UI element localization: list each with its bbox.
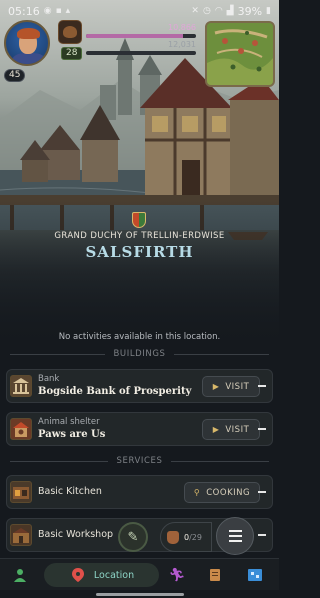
minimap[interactable] xyxy=(205,21,275,87)
secondary-progress-bar xyxy=(86,51,196,55)
hamburger-icon xyxy=(228,530,242,532)
map-icon xyxy=(248,569,262,581)
companion-icon xyxy=(63,26,77,38)
collapse-icon[interactable] xyxy=(258,385,266,387)
building-name: Bogside Bank of Prosperity xyxy=(38,386,192,397)
building-card-bank[interactable]: Bank Bogside Bank of Prosperity ▶ VISIT xyxy=(6,369,273,403)
wifi-icon: ◠ xyxy=(214,6,223,16)
resource-bars: 10,866 12,031 xyxy=(86,23,196,55)
service-card-kitchen[interactable]: Basic Kitchen ⚲ COOKING xyxy=(6,475,273,509)
location-icon xyxy=(71,568,84,582)
services-section-header: SERVICES xyxy=(10,455,269,467)
collapse-icon[interactable] xyxy=(258,428,266,430)
play-icon: ▶ xyxy=(212,425,220,434)
building-type: Animal shelter xyxy=(38,417,100,427)
bottom-navigation: Location 🏃︎ xyxy=(0,558,279,590)
service-name: Basic Kitchen xyxy=(38,486,102,497)
collapse-icon[interactable] xyxy=(258,534,266,536)
region-name: GRAND DUCHY OF TRELLIN-ERDWISE xyxy=(54,231,225,241)
nav-location[interactable]: Location xyxy=(48,559,158,591)
player-level-badge: 45 xyxy=(4,69,26,82)
animal-shelter-icon xyxy=(10,418,32,440)
kitchen-icon xyxy=(10,481,32,503)
bank-icon xyxy=(10,375,32,397)
visit-bank-button[interactable]: ▶ VISIT xyxy=(202,376,260,397)
character-icon xyxy=(14,569,26,582)
inventory-counter[interactable]: 0/29 xyxy=(160,522,212,552)
building-card-animal-shelter[interactable]: Animal shelter Paws are Us ▶ VISIT xyxy=(6,412,273,446)
signal-icon: ▟ xyxy=(226,6,234,16)
primary-stat-value: 10,866 xyxy=(168,23,196,32)
play-icon: ▶ xyxy=(212,382,220,391)
empty-activities-message: No activities available in this location… xyxy=(58,332,221,342)
region-crest-icon xyxy=(132,212,146,228)
cooking-button[interactable]: ⚲ COOKING xyxy=(184,482,260,503)
activity-icon: 🏃︎ xyxy=(168,567,186,583)
secondary-stat-value: 12,031 xyxy=(168,40,196,49)
nav-map[interactable] xyxy=(240,559,270,591)
workshop-icon xyxy=(10,524,32,546)
building-type: Bank xyxy=(38,374,60,384)
nav-activity[interactable]: 🏃︎ xyxy=(162,559,192,591)
ghost-icon: ▴ xyxy=(65,6,71,16)
building-name: Paws are Us xyxy=(38,429,106,440)
collapse-icon[interactable] xyxy=(258,491,266,493)
nav-quests[interactable] xyxy=(200,559,230,591)
home-indicator[interactable] xyxy=(96,593,184,596)
nav-location-label: Location xyxy=(93,569,135,581)
companion-portrait[interactable] xyxy=(58,20,82,44)
ladle-icon: ⚲ xyxy=(193,488,201,497)
mute-icon: ✕ xyxy=(191,6,199,16)
minimap-art xyxy=(207,23,273,85)
battery-icon: ▮ xyxy=(266,6,271,16)
player-avatar[interactable] xyxy=(4,20,50,66)
clock: 05:16 xyxy=(8,4,40,18)
chat-icon: ▪ xyxy=(55,6,62,16)
wrench-icon: ✎ xyxy=(127,529,139,545)
backpack-icon xyxy=(167,530,179,544)
inventory-capacity: /29 xyxy=(189,532,202,542)
visit-shelter-button[interactable]: ▶ VISIT xyxy=(202,419,260,440)
companion-count: 28 xyxy=(61,47,83,60)
buildings-section-header: BUILDINGS xyxy=(10,348,269,360)
nav-character[interactable] xyxy=(4,559,36,591)
quests-icon xyxy=(210,569,220,581)
service-name: Basic Workshop xyxy=(38,529,114,540)
tool-action-button[interactable]: ✎ xyxy=(118,522,148,552)
main-menu-button[interactable] xyxy=(216,517,254,555)
primary-progress-bar xyxy=(86,34,196,38)
status-bar: 05:16 ◉ ▪ ▴ ✕ ◷ ◠ ▟ 39% ▮ xyxy=(0,0,279,22)
discord-icon: ◉ xyxy=(43,6,52,16)
alarm-icon: ◷ xyxy=(202,6,211,16)
location-title: SALSFIRTH xyxy=(85,243,194,261)
battery-level: 39% xyxy=(237,4,263,18)
